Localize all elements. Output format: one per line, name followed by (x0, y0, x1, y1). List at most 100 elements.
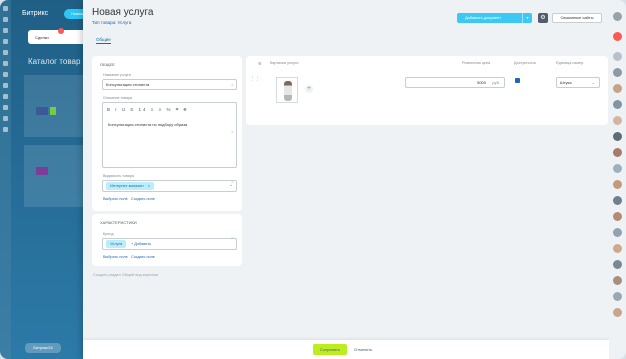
create-field-link[interactable]: Создать поле (131, 197, 155, 201)
column-header: Единица измер. (556, 61, 585, 65)
name-input[interactable]: Консультация стилиста (102, 79, 237, 90)
avatar[interactable] (613, 164, 622, 173)
app-frame: Битрикс Новая Сделки Каталог товар Битри… (0, 0, 626, 359)
avatar[interactable] (613, 260, 622, 269)
cancel-button[interactable]: Отменить (354, 344, 372, 355)
visibility-chip-label: Интернет-магазин (110, 183, 144, 188)
column-header: Доступность (514, 61, 537, 65)
close-icon[interactable]: × (231, 236, 234, 242)
description-text: Консультация стилиста по подбору образа (108, 122, 188, 127)
linked-sites-button[interactable]: Связанные сайты (552, 13, 602, 23)
close-icon[interactable]: × (231, 180, 234, 186)
avatar[interactable] (613, 228, 622, 237)
avatar[interactable] (613, 308, 622, 317)
counter-badge (58, 28, 64, 34)
column-header: Розничная цена (462, 61, 491, 65)
card-heading: Общее (100, 62, 115, 67)
close-icon[interactable]: × (231, 83, 234, 89)
avatar[interactable] (613, 212, 622, 221)
background-app: Битрикс Новая Сделки Каталог товар Битри… (11, 0, 92, 359)
avatar[interactable] (613, 276, 622, 285)
unit-select[interactable]: Штука ⌄ (556, 77, 600, 88)
drag-handle-icon[interactable]: ⋮⋮ (250, 76, 260, 82)
unit-value: Штука (560, 80, 572, 85)
description-label: Описание товара (103, 96, 133, 100)
avatar[interactable] (613, 196, 622, 205)
settings-icon[interactable]: ⚙ (258, 61, 261, 66)
general-card: Общее Название услуги Консультация стили… (92, 56, 242, 211)
nav-icon[interactable] (3, 94, 8, 99)
close-icon[interactable]: × (148, 183, 150, 188)
search-icon[interactable] (613, 52, 622, 61)
photo-figure (284, 81, 292, 101)
nav-icon[interactable] (3, 28, 8, 33)
thumbnail (50, 107, 56, 115)
avatar[interactable] (613, 68, 622, 77)
right-rail (609, 0, 626, 359)
editor-toolbar[interactable]: B I U S 14 ≡ ≡ % ⌗ ⊕ (107, 107, 188, 112)
add-image-icon[interactable]: + (305, 85, 313, 93)
brand-field[interactable]: Услуга + Добавить (102, 238, 237, 250)
avatar[interactable] (613, 292, 622, 301)
action-bar: Сохранить Отменить (83, 340, 609, 359)
visibility-field[interactable]: Интернет-магазин × ⌄ (102, 180, 237, 192)
thumbnail (36, 107, 48, 115)
menu-icon[interactable] (3, 6, 8, 11)
avatar[interactable] (613, 116, 622, 125)
bitrix24-button[interactable]: Битрикс24 (25, 343, 61, 353)
page-title: Новая услуга (92, 7, 154, 18)
gear-icon[interactable] (613, 12, 622, 21)
price-input[interactable]: 5000 руб. (405, 77, 505, 88)
product-image[interactable] (276, 77, 298, 103)
create-field-link[interactable]: Создать поле (131, 255, 155, 259)
product-type-link[interactable]: Тип товара: Услуга (92, 20, 131, 25)
description-editor[interactable]: B I U S 14 ≡ ≡ % ⌗ ⊕ Консультация стилис… (102, 102, 237, 168)
create-document-button[interactable]: Добавить документ ▾ (457, 13, 532, 23)
avatar[interactable] (613, 148, 622, 157)
avatar[interactable] (613, 244, 622, 253)
card-heading: Характеристики (100, 220, 137, 225)
nav-icon[interactable] (3, 127, 8, 132)
chevron-down-icon: ⌄ (591, 80, 595, 85)
notification-icon[interactable] (613, 32, 622, 41)
characteristics-card: Характеристики Бренд Услуга + Добавить В… (92, 214, 242, 266)
avatar[interactable] (613, 84, 622, 93)
list-item[interactable] (24, 75, 92, 137)
nav-icon[interactable] (3, 116, 8, 121)
select-field-link[interactable]: Выбрать поле (103, 197, 128, 201)
nav-icon[interactable] (3, 50, 8, 55)
close-icon[interactable]: × (231, 130, 234, 136)
visibility-label: Видимость товара (103, 174, 134, 178)
availability-checkbox[interactable] (515, 78, 520, 83)
select-field-link[interactable]: Выбрать поле (103, 255, 128, 259)
nav-icon[interactable] (3, 72, 8, 77)
gear-icon[interactable]: ⚙ (538, 13, 548, 23)
tab-deals[interactable]: Сделки (35, 35, 49, 40)
catalog-title: Каталог товар (28, 57, 81, 66)
variations-card (246, 56, 608, 125)
save-button[interactable]: Сохранить (313, 344, 347, 355)
product-slider: Новая услуга Тип товара: Услуга Общие До… (83, 0, 609, 359)
currency-label: руб. (492, 80, 500, 85)
tab-general[interactable]: Общие (96, 37, 111, 44)
brand-logo: Битрикс (22, 10, 49, 17)
column-header: Картинки услуги (270, 61, 299, 65)
avatar[interactable] (613, 132, 622, 141)
avatar[interactable] (613, 100, 622, 109)
visibility-chip[interactable]: Интернет-магазин × (106, 182, 154, 190)
brand-label: Бренд (103, 232, 114, 236)
chevron-down-icon[interactable]: ▾ (522, 13, 532, 23)
name-label: Название услуги (103, 73, 131, 77)
list-item[interactable] (24, 145, 92, 207)
thumbnail (36, 167, 48, 175)
left-nav (0, 0, 11, 359)
brand-chip[interactable]: Услуга (106, 240, 127, 248)
nav-icon[interactable] (3, 39, 8, 44)
nav-icon[interactable] (3, 83, 8, 88)
bottom-links[interactable]: Создать раздел Общий вид карточки (93, 273, 158, 277)
nav-icon[interactable] (3, 105, 8, 110)
avatar[interactable] (613, 180, 622, 189)
add-value-link[interactable]: + Добавить (131, 242, 151, 246)
nav-icon[interactable] (3, 17, 8, 22)
nav-icon[interactable] (3, 61, 8, 66)
